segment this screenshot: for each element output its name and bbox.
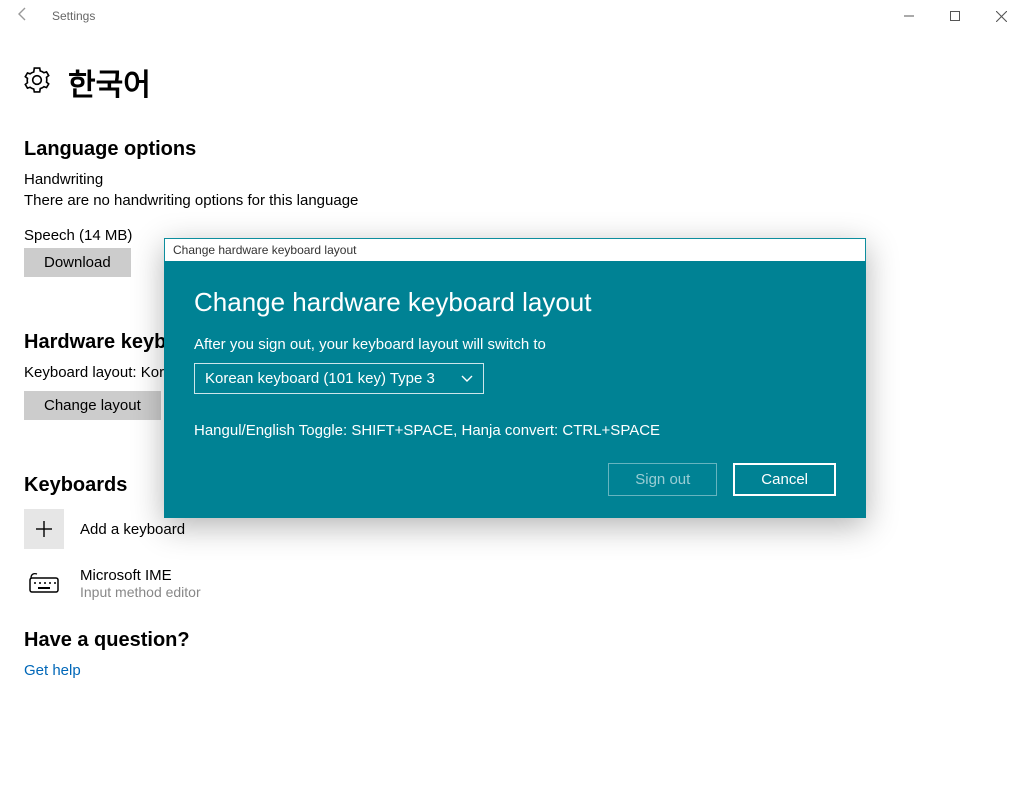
layout-select-value: Korean keyboard (101 key) Type 3: [205, 370, 435, 387]
maximize-button[interactable]: [932, 0, 978, 32]
change-layout-button[interactable]: Change layout: [24, 391, 161, 420]
keyboard-icon: [24, 563, 64, 603]
window-title: Settings: [46, 9, 95, 23]
cancel-button[interactable]: Cancel: [733, 463, 836, 496]
close-button[interactable]: [978, 0, 1024, 32]
dialog-frame-title: Change hardware keyboard layout: [164, 238, 866, 261]
ime-name: Microsoft IME: [80, 567, 201, 584]
keyboard-ime-item[interactable]: Microsoft IME Input method editor: [24, 563, 1000, 603]
dialog-hint: Hangul/English Toggle: SHIFT+SPACE, Hanj…: [194, 422, 836, 439]
back-button[interactable]: [0, 6, 46, 27]
minimize-button[interactable]: [886, 0, 932, 32]
get-help-link[interactable]: Get help: [24, 662, 1000, 679]
chevron-down-icon: [461, 372, 473, 386]
gear-icon: [24, 67, 50, 97]
plus-icon: [24, 509, 64, 549]
titlebar: Settings: [0, 0, 1024, 32]
dialog-intro: After you sign out, your keyboard layout…: [194, 336, 836, 353]
sign-out-button[interactable]: Sign out: [608, 463, 717, 496]
page-header: 한국어: [24, 60, 1000, 104]
download-button[interactable]: Download: [24, 248, 131, 277]
ime-sub: Input method editor: [80, 584, 201, 600]
add-keyboard-label: Add a keyboard: [80, 521, 185, 538]
handwriting-label: Handwriting: [24, 171, 1000, 188]
section-language-options: Language options: [24, 138, 1000, 161]
dialog-heading: Change hardware keyboard layout: [194, 287, 836, 318]
layout-select[interactable]: Korean keyboard (101 key) Type 3: [194, 363, 484, 394]
dialog: Change hardware keyboard layout Change h…: [164, 238, 866, 518]
page-title: 한국어: [68, 60, 151, 104]
section-help: Have a question?: [24, 629, 1000, 652]
handwriting-desc: There are no handwriting options for thi…: [24, 192, 1000, 209]
